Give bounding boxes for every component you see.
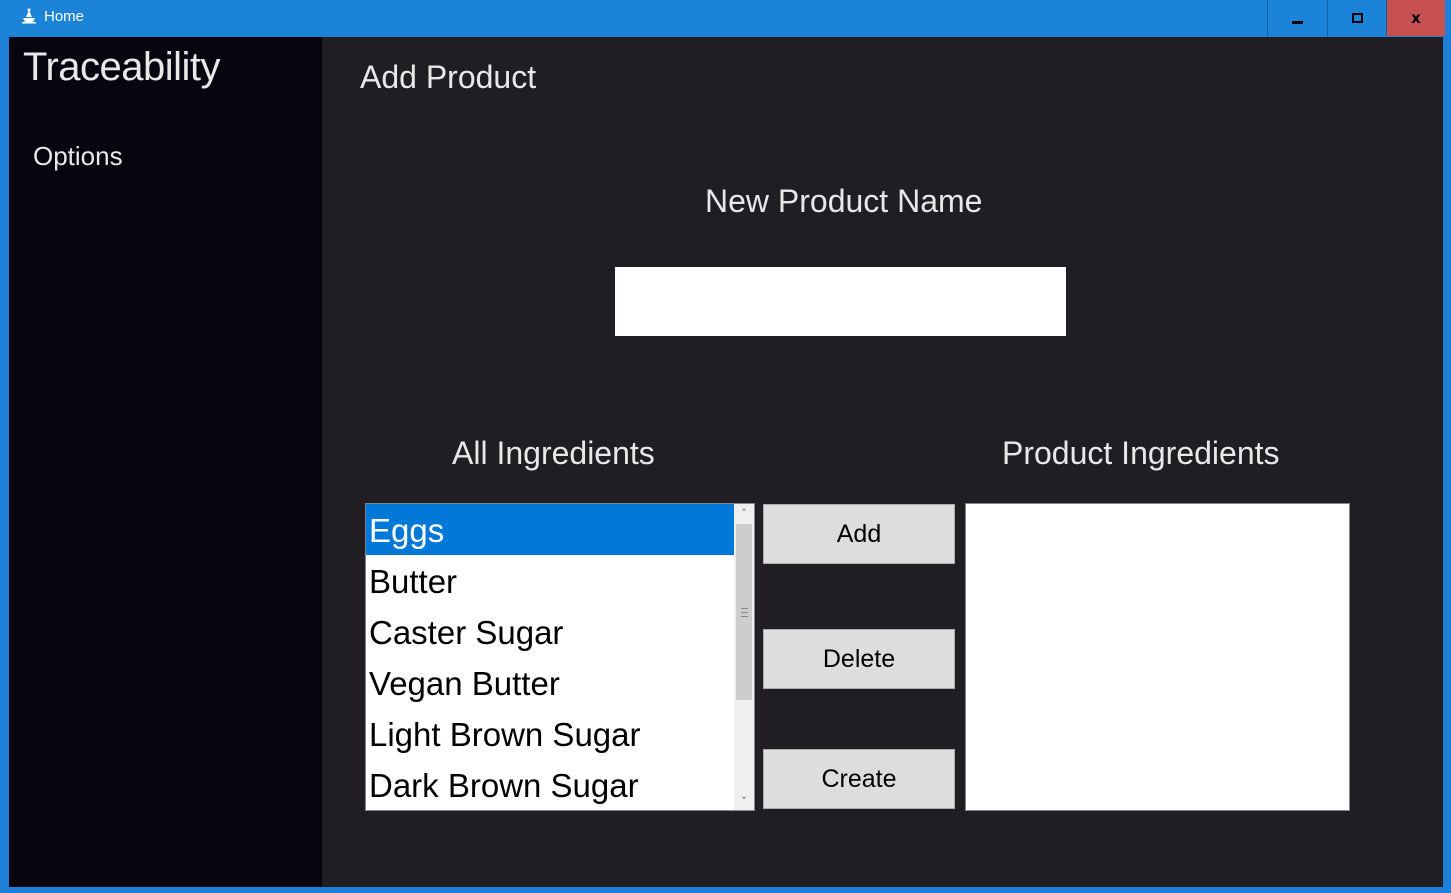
add-button[interactable]: Add xyxy=(763,504,955,564)
minimize-icon xyxy=(1291,20,1303,24)
list-item[interactable]: Light Brown Sugar xyxy=(366,708,734,759)
scroll-up-icon[interactable]: ˄ xyxy=(734,504,754,522)
main-content: Add Product New Product Name All Ingredi… xyxy=(322,37,1443,887)
delete-button[interactable]: Delete xyxy=(763,629,955,689)
list-item[interactable]: Vegan Butter xyxy=(366,657,734,708)
product-ingredients-list[interactable] xyxy=(965,503,1350,811)
app-title: Traceability xyxy=(23,45,221,89)
list-item[interactable]: Butter xyxy=(366,555,734,606)
list-item[interactable]: Eggs xyxy=(366,504,734,555)
close-icon: x xyxy=(1411,9,1421,27)
product-name-label: New Product Name xyxy=(705,183,983,219)
app-icon xyxy=(22,8,36,24)
product-ingredients-label: Product Ingredients xyxy=(1002,435,1280,471)
grip-icon xyxy=(740,607,748,617)
page-title: Add Product xyxy=(360,59,537,95)
maximize-button[interactable] xyxy=(1327,0,1386,36)
app-window: Home x Traceability Options Add Product … xyxy=(0,0,1451,893)
scrollbar-thumb[interactable] xyxy=(736,524,752,700)
window-title: Home xyxy=(44,8,85,25)
product-name-input[interactable] xyxy=(615,267,1066,336)
list-item[interactable]: Dark Brown Sugar xyxy=(366,759,734,810)
sidebar-item-options[interactable]: Options xyxy=(33,141,123,172)
sidebar: Traceability Options xyxy=(9,37,322,887)
title-bar[interactable]: Home x xyxy=(0,0,1451,36)
maximize-icon xyxy=(1351,13,1363,23)
scroll-down-icon[interactable]: ˅ xyxy=(734,792,754,810)
close-button[interactable]: x xyxy=(1386,0,1445,36)
list-item[interactable]: Caster Sugar xyxy=(366,606,734,657)
all-ingredients-label: All Ingredients xyxy=(452,435,655,471)
all-ingredients-list[interactable]: Eggs Butter Caster Sugar Vegan Butter Li… xyxy=(365,503,755,811)
create-button[interactable]: Create xyxy=(763,749,955,809)
list-scrollbar[interactable]: ˄ ˅ xyxy=(734,504,754,810)
minimize-button[interactable] xyxy=(1267,0,1326,36)
